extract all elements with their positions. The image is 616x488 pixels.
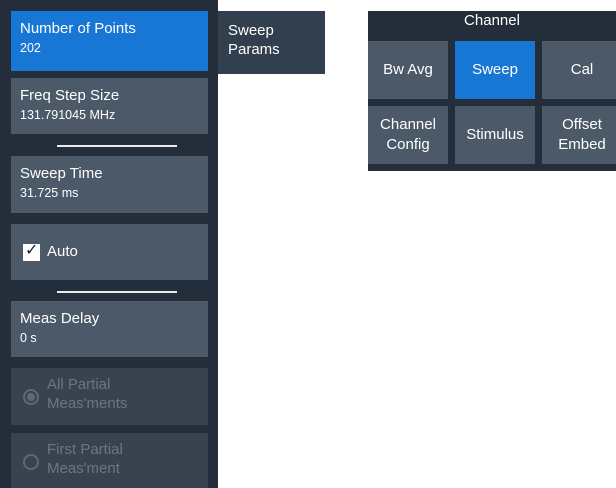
cal-button[interactable]: Cal [542, 41, 616, 99]
stimulus-button[interactable]: Stimulus [455, 106, 535, 164]
sweep-time-softkey[interactable]: Sweep Time 31.725 ms [11, 156, 208, 213]
first-partial-label-line2: Meas'ment [47, 460, 120, 477]
offset-embed-label: Offset Embed [558, 116, 606, 153]
sweep-time-value: 31.725 ms [20, 186, 79, 200]
freq-step-size-value: 131.791045 MHz [20, 108, 116, 122]
meas-delay-softkey[interactable]: Meas Delay 0 s [11, 301, 208, 357]
bw-avg-button[interactable]: Bw Avg [368, 41, 448, 99]
tab-label-line1: Sweep [228, 22, 274, 39]
sweep-button[interactable]: Sweep [455, 41, 535, 99]
auto-checkbox[interactable]: ✓ [23, 242, 40, 261]
number-of-points-softkey[interactable]: Number of Points 202 [11, 11, 208, 71]
radio-unselected-icon [23, 454, 39, 470]
channel-config-button[interactable]: Channel Config [368, 106, 448, 164]
freq-step-size-softkey[interactable]: Freq Step Size 131.791045 MHz [11, 78, 208, 134]
sweep-time-label: Sweep Time [20, 165, 103, 182]
channel-config-label: Channel Config [380, 116, 436, 153]
bw-avg-label: Bw Avg [383, 61, 433, 78]
meas-delay-value: 0 s [20, 331, 37, 345]
all-partial-measurements-softkey[interactable]: All Partial Meas'ments [11, 368, 208, 425]
freq-step-size-label: Freq Step Size [20, 87, 120, 104]
all-partial-label-line2: Meas'ments [47, 395, 128, 412]
cal-label: Cal [570, 61, 594, 78]
tab-sweep-params[interactable]: Sweep Params [218, 11, 325, 74]
auto-softkey[interactable]: ✓ Auto [11, 224, 208, 280]
auto-label: Auto [47, 243, 78, 260]
offset-embed-button[interactable]: Offset Embed [542, 106, 616, 164]
meas-delay-label: Meas Delay [20, 310, 100, 327]
sweep-params-screen: Number of Points 202 Freq Step Size 131.… [0, 0, 616, 488]
separator-2 [57, 291, 177, 293]
softkey-panel: Number of Points 202 Freq Step Size 131.… [0, 0, 218, 488]
first-partial-label-line1: First Partial [47, 441, 123, 458]
separator-1 [57, 145, 177, 147]
number-of-points-value: 202 [20, 41, 41, 55]
first-partial-measurement-softkey[interactable]: First Partial Meas'ment [11, 433, 208, 488]
number-of-points-label: Number of Points [20, 20, 136, 37]
stimulus-label: Stimulus [466, 126, 524, 143]
radio-selected-icon [23, 389, 39, 405]
tab-label-line2: Params [228, 41, 280, 58]
sweep-label: Sweep [472, 61, 518, 78]
channel-menu-title: Channel [464, 12, 520, 29]
check-icon: ✓ [25, 242, 39, 259]
all-partial-label-line1: All Partial [47, 376, 111, 393]
channel-menu: Channel Bw Avg Sweep Cal Channel Config … [368, 11, 616, 171]
